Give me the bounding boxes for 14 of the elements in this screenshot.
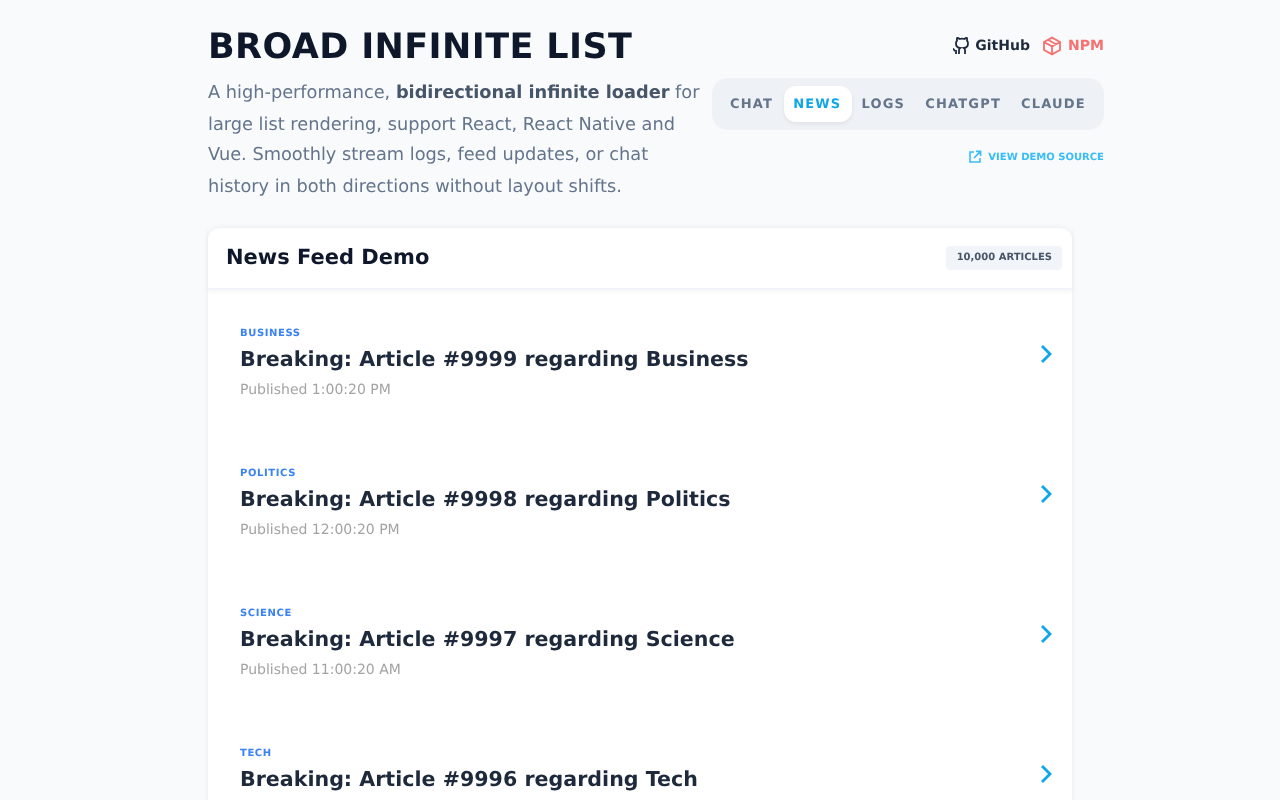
article-title[interactable]: Breaking: Article #9999 regarding Business <box>240 348 749 372</box>
chevron-right-icon[interactable] <box>1040 624 1052 644</box>
chevron-right-icon[interactable] <box>1040 764 1052 784</box>
external-link-icon <box>968 150 983 164</box>
article-title[interactable]: Breaking: Article #9996 regarding Tech <box>240 768 698 792</box>
article-title[interactable]: Breaking: Article #9998 regarding Politics <box>240 488 731 512</box>
card-title: News Feed Demo <box>226 246 430 270</box>
article-title[interactable]: Breaking: Article #9997 regarding Science <box>240 628 735 652</box>
description: A high-performance, bidirectional infinite loader for large list rendering, support React, React Native and Vue. Smoothly stream logs, feed updates, or chat history in both directions without layout shifts. <box>208 82 702 201</box>
cube-icon <box>1041 36 1062 56</box>
github-icon <box>951 36 970 56</box>
page-title: BROAD INFINITE LIST <box>208 28 635 68</box>
chevron-right-icon[interactable] <box>1040 344 1052 364</box>
chevron-right-icon[interactable] <box>1040 484 1052 504</box>
